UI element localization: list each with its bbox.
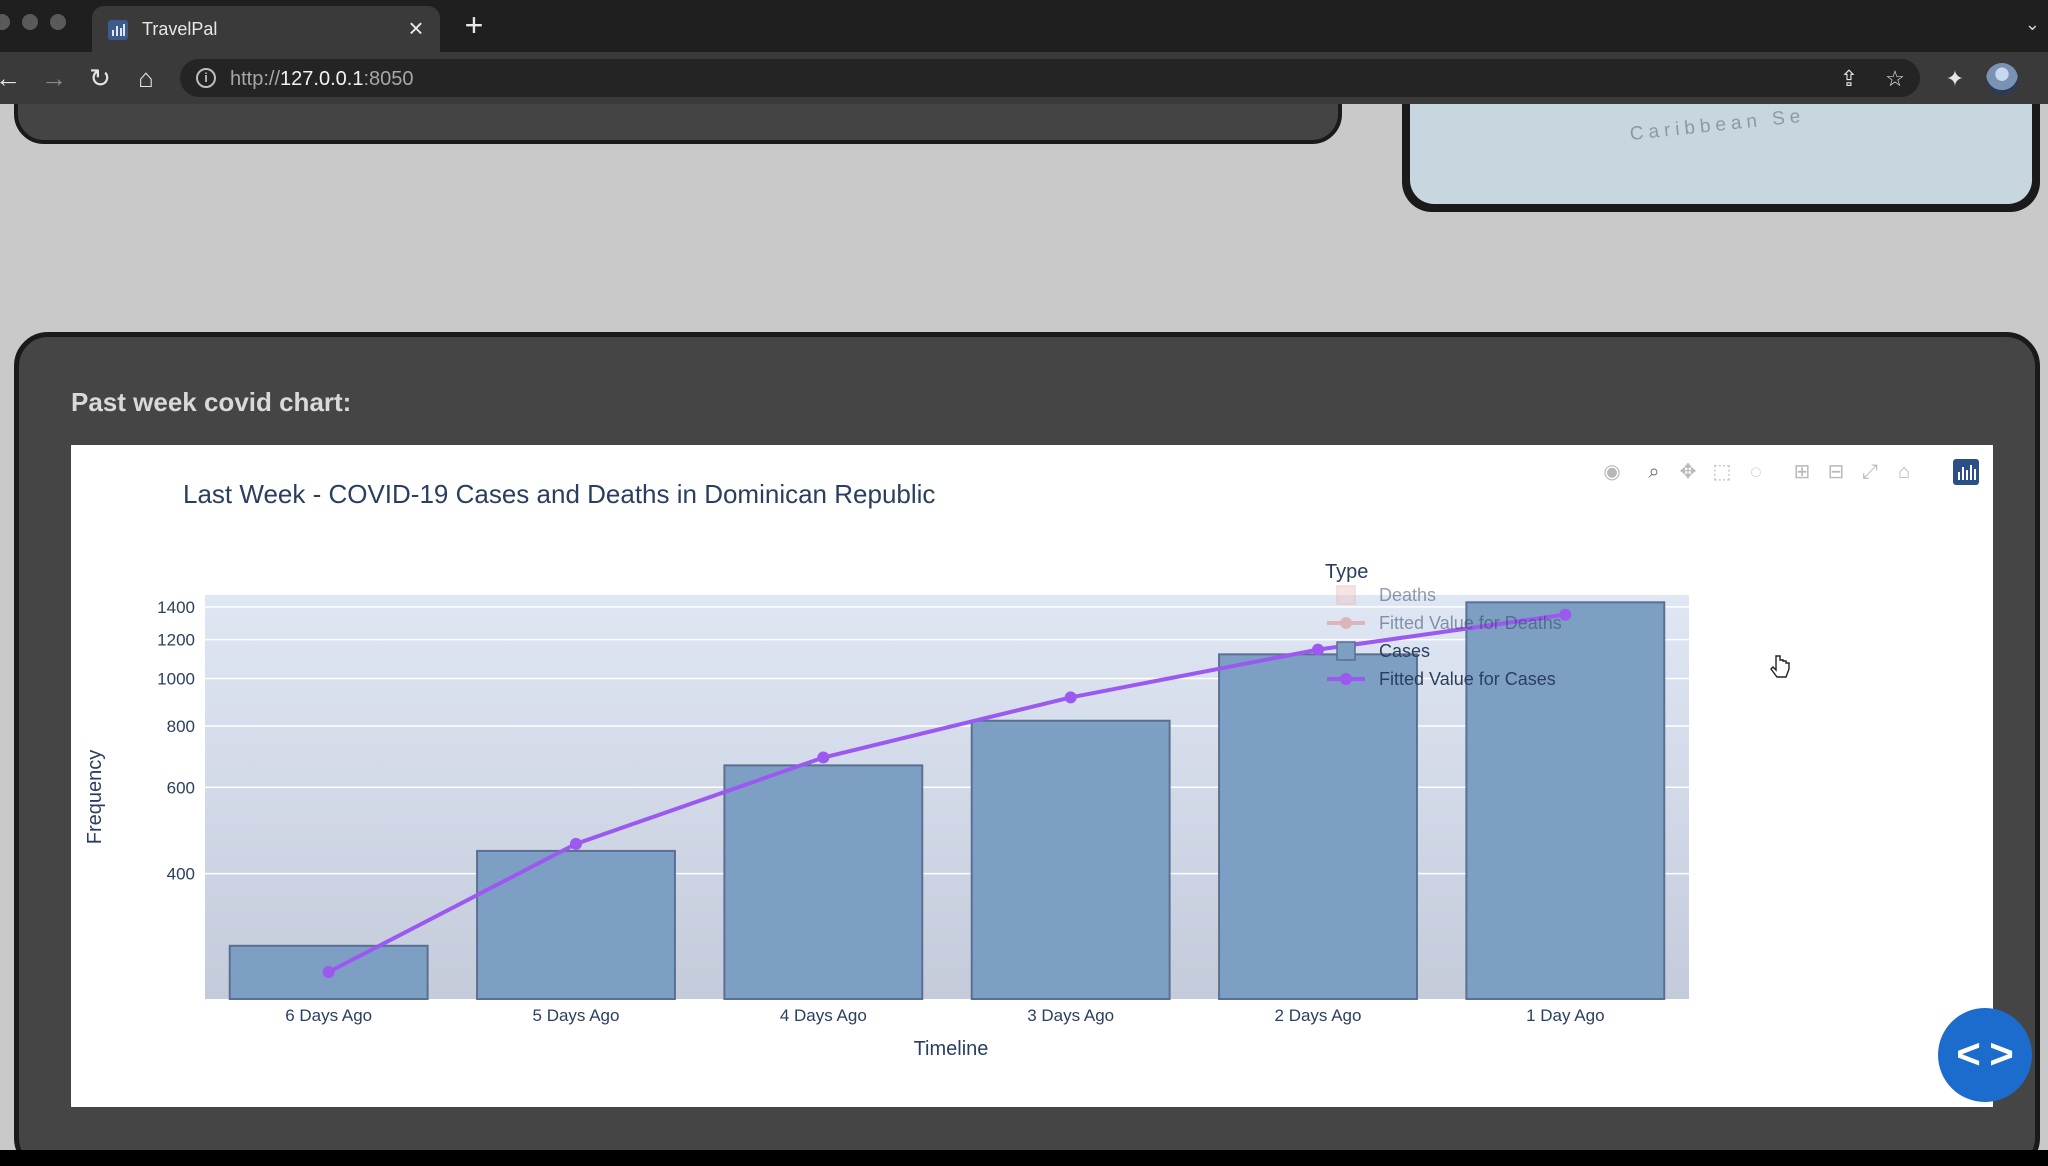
y-tick-label: 600 — [167, 778, 195, 797]
y-tick-label: 1200 — [157, 631, 195, 650]
fitted-cases-point[interactable] — [1064, 691, 1077, 704]
browser-tab[interactable]: TravelPal × — [92, 6, 440, 52]
chart-title: Last Week - COVID-19 Cases and Deaths in… — [183, 479, 935, 509]
legend-label: Deaths — [1379, 585, 1436, 605]
url-text[interactable]: http://127.0.0.1:8050 — [230, 68, 414, 91]
legend-label: Fitted Value for Deaths — [1379, 613, 1562, 633]
x-tick-label: 2 Days Ago — [1275, 1006, 1362, 1025]
legend-marker — [1340, 617, 1352, 629]
page-content[interactable]: Caribbean Se Past week covid chart: ◉ ⌕ … — [0, 104, 2048, 1150]
browser-tab-bar: TravelPal × + ⌄ — [0, 0, 2048, 52]
legend-label: Cases — [1379, 641, 1430, 661]
x-tick-label: 4 Days Ago — [780, 1006, 867, 1025]
extensions-puzzle-icon[interactable]: ✦ — [1940, 64, 1970, 94]
window-maximize-dot[interactable] — [50, 14, 66, 30]
fitted-cases-point[interactable] — [1312, 643, 1324, 656]
legend-swatch — [1336, 641, 1356, 661]
x-tick-label: 5 Days Ago — [533, 1006, 620, 1025]
x-tick-label: 6 Days Ago — [285, 1006, 372, 1025]
upper-card-map: Caribbean Se — [1402, 104, 2040, 212]
address-bar[interactable]: i http://127.0.0.1:8050 ⇪ ☆ — [180, 59, 1920, 97]
y-axis-title: Frequency — [84, 750, 106, 845]
legend-item[interactable]: Deaths — [1336, 585, 1436, 605]
share-icon[interactable]: ⇪ — [1836, 66, 1862, 92]
legend-swatch — [1336, 585, 1356, 605]
site-info-icon[interactable]: i — [196, 68, 216, 88]
window-minimize-dot[interactable] — [22, 14, 38, 30]
legend-marker — [1340, 673, 1352, 685]
forward-arrow-icon[interactable]: → — [38, 62, 70, 94]
reload-icon[interactable]: ↻ — [84, 62, 116, 94]
covid-chart: Last Week - COVID-19 Cases and Deaths in… — [84, 479, 1689, 1060]
x-axis-title: Timeline — [914, 1038, 989, 1060]
bookmark-star-icon[interactable]: ☆ — [1882, 66, 1908, 92]
url-host: 127.0.0.1 — [280, 68, 364, 90]
window-close-dot[interactable] — [0, 14, 10, 30]
code-toggle-button[interactable]: < > — [1938, 1008, 2032, 1102]
legend-label: Fitted Value for Cases — [1379, 669, 1556, 689]
bar-cases[interactable] — [476, 849, 676, 1001]
bar-cases[interactable] — [1218, 653, 1418, 1000]
url-scheme: http:// — [230, 68, 281, 90]
home-icon[interactable]: ⌂ — [130, 62, 162, 94]
tab-search-chevron-icon[interactable]: ⌄ — [2025, 14, 2040, 35]
covid-chart-card: Past week covid chart: ◉ ⌕ ✥ ⬚ ◌ ⊞ ⊟ ⤢ ⌂ — [14, 332, 2040, 1150]
map-area[interactable]: Caribbean Se — [1410, 104, 2032, 204]
url-port: :8050 — [363, 68, 414, 90]
legend-title: Type — [1325, 561, 1368, 583]
y-tick-label: 800 — [167, 717, 195, 736]
section-heading: Past week covid chart: — [71, 387, 352, 417]
back-arrow-icon[interactable]: ← — [0, 62, 24, 94]
bar-cases[interactable] — [970, 719, 1171, 1000]
y-tick-label: 1400 — [157, 598, 195, 617]
chart-panel: ◉ ⌕ ✥ ⬚ ◌ ⊞ ⊟ ⤢ ⌂ Last Week - COVID-19 C… — [71, 445, 1993, 1107]
tab-favicon-icon — [108, 20, 128, 40]
map-sea-label: Caribbean Se — [1628, 105, 1807, 145]
new-tab-plus-icon[interactable]: + — [458, 9, 490, 42]
x-tick-label: 3 Days Ago — [1027, 1006, 1114, 1025]
tab-close-icon[interactable]: × — [402, 14, 430, 42]
browser-toolbar: ← → ↻ ⌂ i http://127.0.0.1:8050 ⇪ ☆ ✦ — [0, 52, 2048, 104]
mouse-cursor-icon — [1770, 655, 1790, 678]
bar-cases[interactable] — [723, 764, 924, 1000]
fitted-cases-point[interactable] — [322, 966, 335, 979]
legend-item[interactable]: Cases — [1336, 641, 1430, 661]
profile-avatar[interactable] — [1986, 63, 2018, 95]
tab-title: TravelPal — [142, 19, 218, 39]
x-tick-label: 1 Day Ago — [1526, 1006, 1604, 1025]
fitted-cases-point[interactable] — [570, 837, 582, 850]
y-tick-label: 1000 — [157, 669, 195, 688]
y-tick-label: 400 — [167, 865, 195, 884]
upper-card-left — [14, 104, 1342, 144]
fitted-cases-point[interactable] — [817, 751, 830, 764]
bar-cases[interactable] — [1465, 601, 1666, 1001]
